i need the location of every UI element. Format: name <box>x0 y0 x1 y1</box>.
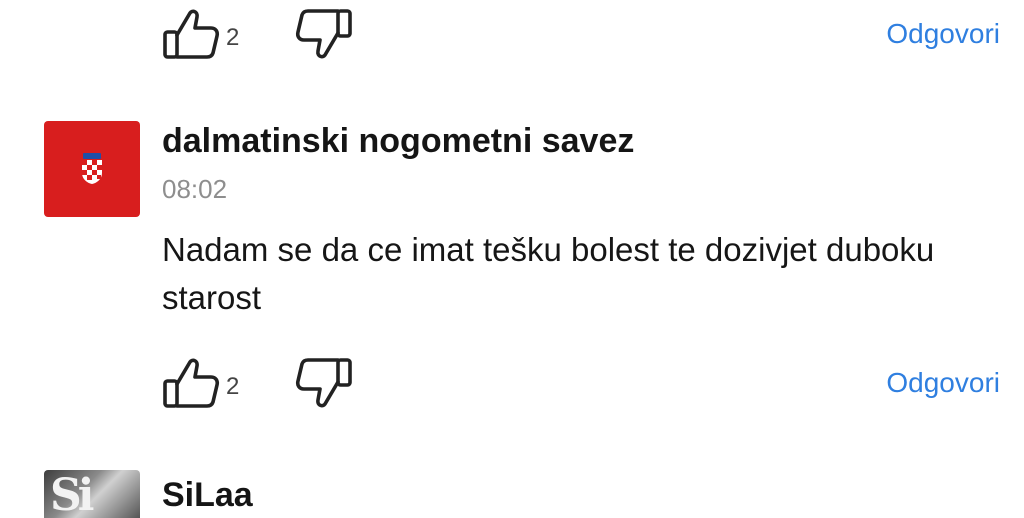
avatar-image: Si <box>50 470 94 518</box>
like-button[interactable]: 2 <box>160 6 239 62</box>
comment-timestamp: 08:02 <box>162 174 228 204</box>
dislike-button[interactable] <box>291 355 355 411</box>
comment-author[interactable]: SiLaa <box>162 476 253 515</box>
comment-author[interactable]: dalmatinski nogometni savez <box>162 122 634 161</box>
comment-text: Nadam se da ce imat tešku bolest te dozi… <box>162 231 935 316</box>
avatar[interactable]: Si <box>44 470 140 518</box>
like-count: 2 <box>226 373 240 400</box>
thumbs-up-icon <box>163 9 220 59</box>
thumbs-up-icon <box>163 358 220 408</box>
like-button[interactable]: 2 <box>160 355 239 411</box>
dislike-button[interactable] <box>291 6 355 62</box>
comment-actions: 2 Odgovori <box>160 355 1000 411</box>
like-count: 2 <box>226 24 240 51</box>
comment-actions: 2 Odgovori <box>160 6 1000 62</box>
thumbs-down-icon <box>296 358 353 408</box>
reply-link[interactable]: Odgovori <box>886 367 1000 399</box>
reply-link[interactable]: Odgovori <box>886 18 1000 50</box>
avatar[interactable] <box>44 121 140 217</box>
thumbs-down-icon <box>296 9 353 59</box>
croatia-crest-icon <box>82 153 102 184</box>
